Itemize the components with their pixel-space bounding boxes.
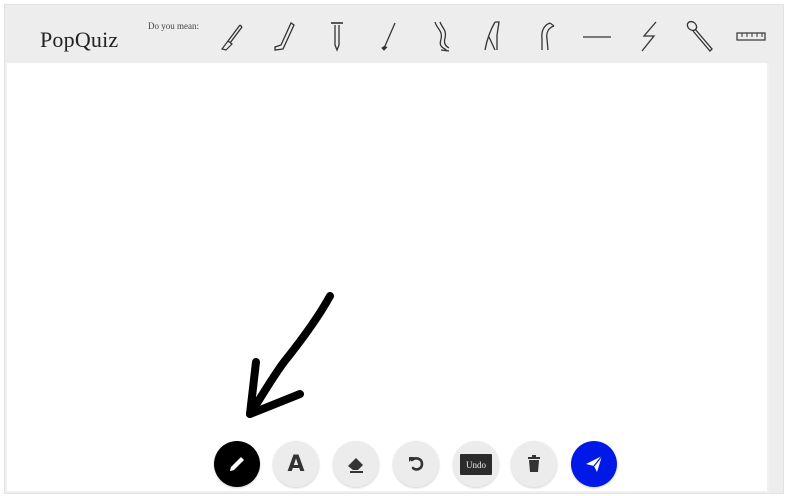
header-bar: PopQuiz Do you mean: — [5, 5, 783, 63]
lightning-icon — [641, 21, 657, 52]
suggestion-nail[interactable] — [320, 17, 354, 55]
leg-icon — [434, 21, 450, 52]
suggestion-line[interactable] — [580, 17, 614, 55]
brush-icon — [220, 24, 243, 51]
boot-icon — [541, 22, 555, 51]
eraser-icon — [348, 458, 363, 473]
undo-chip-label: Undo — [460, 453, 492, 475]
send-button[interactable] — [571, 441, 617, 487]
line-icon — [583, 36, 611, 38]
delete-tool-button[interactable] — [511, 441, 557, 487]
drawing-canvas[interactable] — [7, 63, 767, 491]
pencil-icon — [230, 457, 244, 471]
suggestion-brush[interactable] — [216, 17, 250, 55]
suggestion-boot[interactable] — [528, 17, 562, 55]
suggestion-high-heel[interactable] — [475, 17, 509, 55]
undo-tool-button[interactable] — [393, 441, 439, 487]
ruler-icon — [736, 32, 766, 41]
suggestion-spoon[interactable] — [683, 17, 717, 55]
hockey-stick-icon — [274, 22, 295, 51]
trash-icon — [528, 455, 540, 472]
eraser-tool-button[interactable] — [333, 441, 379, 487]
suggestion-ruler[interactable] — [734, 17, 768, 55]
golf-club-icon — [381, 22, 396, 51]
spoon-icon — [686, 20, 713, 52]
suggestion-lightning[interactable] — [632, 17, 666, 55]
undo-icon — [409, 457, 424, 471]
send-icon — [586, 455, 603, 472]
nail-icon — [331, 22, 343, 52]
suggestion-golf-club[interactable] — [371, 17, 405, 55]
suggestion-label: Do you mean: — [148, 21, 199, 31]
suggestion-leg[interactable] — [423, 17, 457, 55]
text-icon: A — [287, 451, 305, 477]
high-heel-icon — [484, 21, 500, 51]
undo-chip-button[interactable]: Undo — [453, 441, 499, 487]
pencil-tool-button[interactable] — [214, 441, 260, 487]
text-tool-button[interactable]: A — [273, 441, 319, 487]
app-window: PopQuiz Do you mean: A Undo — [4, 4, 784, 494]
drawing-toolbar: A Undo — [5, 435, 783, 487]
suggestion-hockey-stick[interactable] — [267, 17, 301, 55]
right-scroll-rail — [769, 63, 783, 493]
app-title: PopQuiz — [40, 27, 119, 52]
